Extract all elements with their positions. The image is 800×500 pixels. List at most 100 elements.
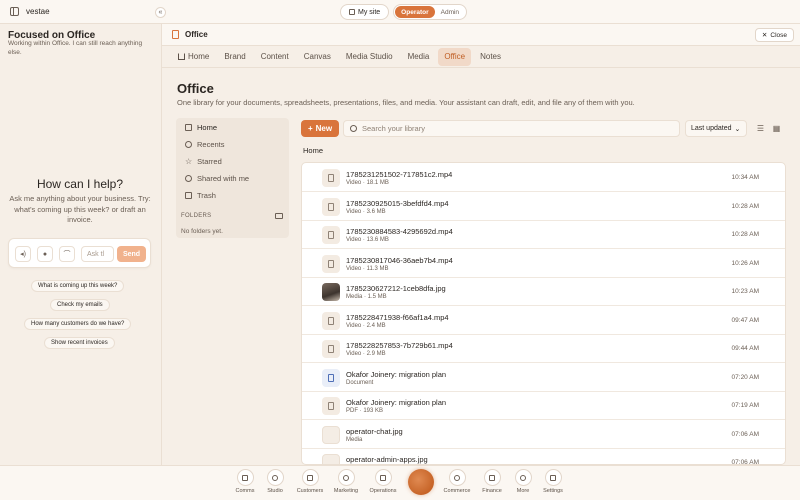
file-row[interactable]: 1785230925015-3befdfd4.mp4 Video · 3.6 MB… xyxy=(302,192,785,221)
file-meta: PDF · 193 KB xyxy=(346,408,384,414)
file-row[interactable]: 1785230817046-36aeb7b4.mp4 Video · 11.3 M… xyxy=(302,249,785,278)
file-row[interactable]: 1785230884583-4295692d.mp4 Video · 13.6 M… xyxy=(302,220,785,249)
dock-label: Marketing xyxy=(333,488,359,494)
photo-thumbnail xyxy=(322,283,340,301)
trash-icon xyxy=(185,192,192,199)
page-subtitle: One library for your documents, spreadsh… xyxy=(177,98,635,107)
suggestion-chip[interactable]: Check my emails xyxy=(50,299,110,311)
new-folder-icon[interactable] xyxy=(275,213,283,219)
tab-media[interactable]: Media xyxy=(402,48,436,66)
suggestion-chip[interactable]: What is coming up this week? xyxy=(31,280,125,292)
file-row[interactable]: 1785230627212-1ceb8dfa.jpg Media · 1.5 MB… xyxy=(302,277,785,306)
dock-label: Settings xyxy=(543,488,563,494)
file-meta: Video · 2.4 MB xyxy=(346,322,386,329)
file-icon xyxy=(322,340,340,358)
document-icon xyxy=(172,30,179,39)
send-button[interactable]: Send xyxy=(117,246,146,262)
file-time: 07:06 AM xyxy=(731,430,759,438)
mode-toggle: My site Operator Admin xyxy=(340,4,468,20)
tab-home[interactable]: Home xyxy=(172,48,215,66)
my-site-label: My site xyxy=(358,8,381,16)
tab-content[interactable]: Content xyxy=(255,48,295,66)
collapse-panel-icon[interactable]: « xyxy=(155,7,166,18)
tab-brand[interactable]: Brand xyxy=(218,48,251,66)
sort-label: Last updated xyxy=(691,125,732,132)
file-name: operator-chat.jpg xyxy=(346,426,403,436)
file-meta: Document xyxy=(346,379,374,386)
file-list: 1785231251502-717851c2.mp4 Video · 18.1 M… xyxy=(301,162,786,465)
file-time: 10:28 AM xyxy=(731,231,759,238)
sidebar-toggle-icon[interactable] xyxy=(10,7,19,16)
suggestion-chip[interactable]: Show recent invoices xyxy=(44,337,115,349)
search-input[interactable] xyxy=(362,124,662,133)
workspace-header: Office ✕ Close xyxy=(162,24,800,46)
file-icon xyxy=(322,254,340,273)
dock-label: More xyxy=(516,488,530,494)
no-folders-text: No folders yet. xyxy=(181,228,223,235)
new-label: New xyxy=(315,124,333,133)
new-button[interactable]: + New xyxy=(301,120,339,137)
my-site-button[interactable]: My site xyxy=(340,4,390,20)
file-time: 10:34 AM xyxy=(731,174,759,181)
admin-button[interactable]: Admin xyxy=(435,6,465,18)
file-row[interactable]: 1785228257853-7b729b61.mp4 Video · 2.9 MB… xyxy=(302,334,785,363)
file-meta: Video · 3.6 MB xyxy=(346,208,386,215)
file-meta: Media xyxy=(346,436,363,443)
nav-item-home[interactable]: Home xyxy=(180,120,285,135)
nav-item-shared[interactable]: Shared with me xyxy=(180,171,285,186)
grid-view-icon[interactable]: ▦ xyxy=(768,120,785,137)
dock-item-settings[interactable]: Settings xyxy=(534,469,572,500)
suggestion-chip[interactable]: How many customers do we have? xyxy=(24,318,132,330)
chat-input[interactable]: Ask tl xyxy=(81,246,114,262)
nav-item-trash[interactable]: Trash xyxy=(180,188,285,203)
file-name: Okafor Joinery: migration plan xyxy=(346,369,447,379)
file-row[interactable]: operator-chat.jpg Media 07:06 AM xyxy=(302,420,785,449)
microphone-icon[interactable]: ● xyxy=(37,246,53,262)
list-view-icon[interactable]: ☰ xyxy=(752,120,769,137)
sort-select[interactable]: Last updated ⌄ xyxy=(685,120,747,137)
close-icon: ✕ xyxy=(761,32,768,39)
close-button[interactable]: ✕ Close xyxy=(754,28,794,42)
dock-label: Customers xyxy=(296,488,324,494)
dock-item-commerce[interactable]: Commerce xyxy=(438,469,476,500)
dock-item-marketing[interactable]: Marketing xyxy=(327,469,365,500)
nav-item-recents[interactable]: Recents xyxy=(180,137,285,152)
assistant-prompt: Ask me anything about your business. Try… xyxy=(9,194,151,224)
tab-canvas[interactable]: Canvas xyxy=(298,48,337,66)
customers-icon xyxy=(301,469,319,486)
dock-item-operations[interactable]: Operations xyxy=(364,469,402,500)
operator-button[interactable]: Operator xyxy=(395,6,435,18)
tab-office[interactable]: Office xyxy=(438,47,472,66)
dock-item-studio[interactable]: Studio xyxy=(256,469,294,500)
home-icon xyxy=(178,53,185,60)
file-name: operator-admin-apps.jpg xyxy=(346,455,428,464)
file-icon xyxy=(322,197,340,216)
nav-label: Home xyxy=(197,123,218,132)
file-row[interactable]: Okafor Joinery: migration plan Document 07… xyxy=(302,363,785,392)
file-row[interactable]: Okafor Joinery: migration plan PDF · 193 … xyxy=(302,391,785,420)
file-name: 1785230884583-4295692d.mp4 xyxy=(346,227,453,236)
comms-icon xyxy=(236,469,254,486)
file-row[interactable]: operator-admin-apps.jpgMedia07:06 AM xyxy=(302,448,785,464)
assistant-orb[interactable] xyxy=(408,469,434,495)
office-nav: Home Recents ☆ Starred Shared with me Tr… xyxy=(176,118,289,238)
dock-item-customers[interactable]: Customers xyxy=(291,469,329,500)
attachment-icon[interactable]: ⌒ xyxy=(59,246,75,262)
file-name: 1785230925015-3befdfd4.mp4 xyxy=(346,198,449,208)
tab-notes[interactable]: Notes xyxy=(474,48,507,66)
marketing-icon xyxy=(337,469,355,486)
dock-label: Commerce xyxy=(443,488,471,494)
file-name: 1785230817046-36aeb7b4.mp4 xyxy=(346,255,453,265)
file-row[interactable]: 1785231251502-717851c2.mp4 Video · 18.1 M… xyxy=(302,163,785,192)
file-time: 09:47 AM xyxy=(731,316,759,324)
file-meta: Video · 2.9 MB xyxy=(346,351,386,357)
file-time: 10:23 AM xyxy=(731,288,759,295)
tab-label: Home xyxy=(188,52,210,61)
speaker-icon[interactable]: ◂) xyxy=(15,246,31,262)
assistant-subtitle: Working within Office. I can still reach… xyxy=(8,40,143,56)
tab-media-studio[interactable]: Media Studio xyxy=(340,48,399,66)
dock-label: Finance xyxy=(482,488,502,494)
file-row[interactable]: 1785228471938-f66af1a4.mp4 Video · 2.4 MB… xyxy=(302,306,785,335)
nav-item-starred[interactable]: ☆ Starred xyxy=(180,154,285,169)
settings-icon xyxy=(544,469,562,486)
